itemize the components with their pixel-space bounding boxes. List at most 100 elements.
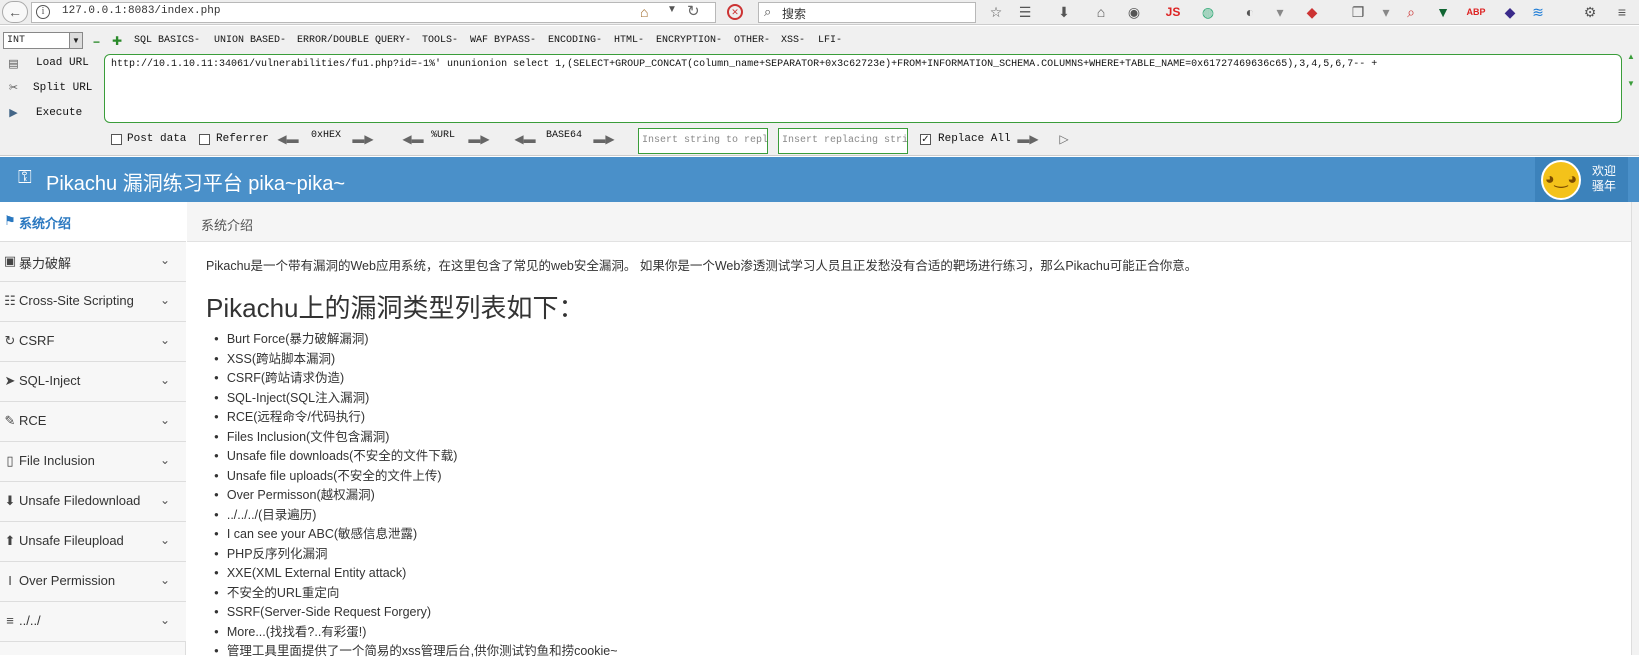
menu-union-based[interactable]: UNION BASED- [214, 35, 286, 46]
info-icon[interactable]: i [36, 5, 50, 19]
post-data-checkbox[interactable] [111, 134, 122, 145]
menu-xss[interactable]: XSS- [781, 35, 805, 46]
list-item: RCE(远程命令/代码执行) [214, 408, 618, 428]
chevron-down-icon[interactable]: ⌄ [160, 253, 170, 267]
sidebar-item[interactable]: ☷ Cross-Site Scripting ⌄ [0, 282, 186, 322]
referrer-checkbox[interactable] [199, 134, 210, 145]
profile-icon[interactable]: ◉ [1124, 3, 1144, 21]
plus-icon[interactable]: ✚ [112, 34, 122, 48]
menu-waf-bypass[interactable]: WAF BYPASS- [470, 35, 536, 46]
replace-from-input[interactable]: Insert string to replace [638, 128, 768, 154]
url-label: %URL [431, 130, 456, 141]
file-icon: ▯ [6, 453, 14, 468]
replace-all-checkbox[interactable]: ✓ [920, 134, 931, 145]
list-item: I can see your ABC(敏感信息泄露) [214, 525, 618, 545]
addon-diamond-icon[interactable]: ◆ [1500, 3, 1520, 21]
sidebar-item[interactable]: ≡ ../../ ⌄ [0, 602, 186, 642]
minus-icon[interactable]: − [93, 35, 100, 49]
replace-arrow-icon[interactable]: ▬▶ [1016, 132, 1040, 146]
magnifier-icon[interactable]: ⌕ [1401, 3, 1421, 21]
chevron-down-icon[interactable]: ⌄ [160, 533, 170, 547]
search-placeholder: 搜索 [782, 7, 807, 21]
back-button[interactable]: ← [2, 1, 28, 23]
chevron-down-icon[interactable]: ⌄ [160, 613, 170, 627]
menu-tools[interactable]: TOOLS- [422, 35, 458, 46]
menu-encoding[interactable]: ENCODING- [548, 35, 602, 46]
sidebar-item[interactable]: ▣ 暴力破解 ⌄ [0, 242, 186, 282]
replace-go-arrow-icon[interactable]: ▷ [1052, 132, 1076, 146]
chevron-down-icon[interactable]: ⌄ [160, 413, 170, 427]
replace-to-input[interactable]: Insert replacing string [778, 128, 908, 154]
hex-encode-arrow-icon[interactable]: ▬▶ [351, 132, 375, 146]
chevron-down-icon[interactable]: ⌄ [160, 373, 170, 387]
sidebar-item[interactable]: ➤ SQL-Inject ⌄ [0, 362, 186, 402]
palette-icon[interactable]: ◐ [1240, 3, 1260, 21]
menu-icon[interactable]: ≡ [1612, 3, 1632, 21]
chevron-down-icon[interactable]: ⌄ [160, 293, 170, 307]
menu-encryption[interactable]: ENCRYPTION- [656, 35, 722, 46]
base64-encode-arrow-icon[interactable]: ▬▶ [592, 132, 616, 146]
sidebar-item-label: ../../ [19, 613, 41, 628]
breadcrumb [187, 202, 1631, 242]
home-icon[interactable]: ⌂ [1091, 3, 1111, 21]
block-icon[interactable]: ✕ [727, 4, 743, 20]
chevron-down-icon[interactable]: ⌄ [160, 453, 170, 467]
chevron-down-icon[interactable]: ⌄ [160, 573, 170, 587]
avatar[interactable]: ◕‿◕ [1541, 160, 1581, 200]
url-decode-arrow-icon[interactable]: ◀▬ [401, 132, 425, 146]
download-icon: ⬇ [4, 493, 16, 508]
welcome-text[interactable]: 欢迎 骚年 [1592, 164, 1622, 194]
bookmark-star-icon[interactable]: ☆ [986, 3, 1006, 21]
addon-wave-icon[interactable]: ≋ [1528, 3, 1548, 21]
hex-decode-arrow-icon[interactable]: ◀▬ [276, 132, 300, 146]
list-item: CSRF(跨站请求伪造) [214, 369, 618, 389]
sidebar-item[interactable]: ⚑ 系统介绍 [0, 202, 186, 242]
execute-button[interactable]: Execute [36, 107, 82, 119]
sidebar-item[interactable]: ✎ RCE ⌄ [0, 402, 186, 442]
hackbar-addon-icon[interactable]: ◆ [1302, 3, 1322, 21]
address-bar-url[interactable]: 127.0.0.1:8083/index.php [62, 5, 220, 17]
scissors-icon[interactable]: ✂ [6, 81, 21, 96]
globe-icon[interactable]: ◍ [1198, 3, 1218, 21]
page-icon[interactable]: ❐ [1348, 3, 1368, 21]
sidebar-item[interactable]: ⬇ Unsafe Filedownload ⌄ [0, 482, 186, 522]
url-dropdown-icon[interactable]: ▼ [667, 4, 677, 15]
sidebar-item[interactable]: ▯ File Inclusion ⌄ [0, 442, 186, 482]
chevron-down-icon[interactable]: ⌄ [160, 493, 170, 507]
menu-html[interactable]: HTML- [614, 35, 644, 46]
menu-lfi[interactable]: LFI- [818, 35, 842, 46]
menu-error-double-query[interactable]: ERROR/DOUBLE QUERY- [297, 35, 411, 46]
page-scrollbar[interactable] [1631, 202, 1639, 655]
list-item: 管理工具里面提供了一个简易的xss管理后台,供你测试钓鱼和捞cookie~ [214, 642, 618, 662]
reload-icon[interactable]: ↻ [687, 2, 700, 20]
split-url-button[interactable]: Split URL [33, 82, 92, 94]
dropdown-icon[interactable]: ▾ [1376, 3, 1396, 21]
sidebar-item[interactable]: I Over Permission ⌄ [0, 562, 186, 602]
list-item: Unsafe file downloads(不安全的文件下载) [214, 447, 618, 467]
menu-sql-basics[interactable]: SQL BASICS- [134, 35, 200, 46]
downloads-icon[interactable]: ⬇ [1054, 3, 1074, 21]
play-icon[interactable]: ▶ [6, 106, 21, 121]
welcome-label: 欢迎 [1592, 164, 1617, 178]
js-switch-icon[interactable]: JS [1163, 3, 1183, 21]
textarea-scroll-icon[interactable]: ▲ ▼ [1627, 52, 1637, 122]
reading-list-icon[interactable]: ☰ [1015, 3, 1035, 21]
chevron-down-icon[interactable]: ⌄ [160, 333, 170, 347]
load-url-icon[interactable]: ▤ [6, 57, 21, 72]
load-url-button[interactable]: Load URL [36, 57, 89, 69]
site-title[interactable]: Pikachu 漏洞练习平台 pika~pika~ [46, 167, 345, 196]
sidebar-item[interactable]: ⬆ Unsafe Fileupload ⌄ [0, 522, 186, 562]
adblock-icon[interactable]: ABP [1466, 3, 1486, 21]
chevron-down-icon[interactable]: ▼ [69, 33, 82, 48]
dropdown-icon[interactable]: ▾ [1270, 3, 1290, 21]
settings-gear-icon[interactable]: ⚙ [1580, 3, 1600, 21]
base64-decode-arrow-icon[interactable]: ◀▬ [513, 132, 537, 146]
page-title: Pikachu上的漏洞类型列表如下： [206, 293, 585, 323]
menu-other[interactable]: OTHER- [734, 35, 770, 46]
sidebar-item[interactable]: ↻ CSRF ⌄ [0, 322, 186, 362]
home-indicator-icon: ⌂ [640, 4, 649, 20]
url-encode-arrow-icon[interactable]: ▬▶ [467, 132, 491, 146]
query-textarea[interactable]: http://10.1.10.11:34061/vulnerabilities/… [104, 54, 1622, 123]
refresh-icon: ↻ [4, 333, 16, 348]
shield-icon[interactable]: ▼ [1433, 3, 1453, 21]
